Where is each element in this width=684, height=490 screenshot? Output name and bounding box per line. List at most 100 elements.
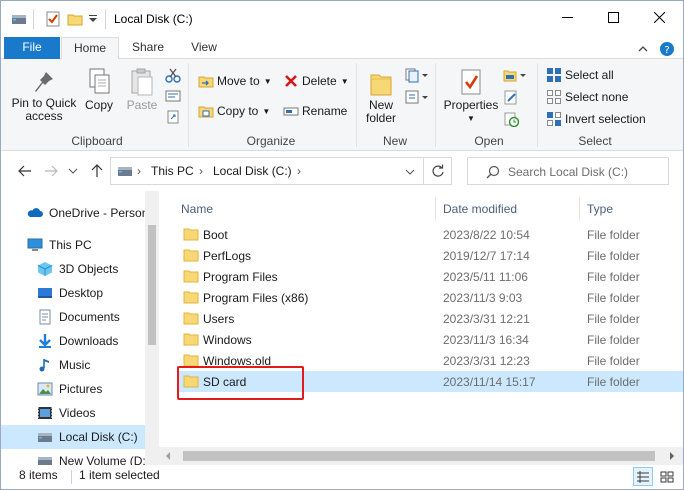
copy-label: Copy — [84, 98, 113, 112]
folder-icon — [183, 228, 199, 241]
new-item-icon[interactable] — [405, 67, 429, 83]
column-header-type[interactable]: Type — [587, 197, 613, 221]
table-row[interactable]: Program Files 2023/5/11 11:06 File folde… — [177, 266, 683, 287]
search-input[interactable]: Search Local Disk (C:) — [508, 165, 628, 179]
table-row[interactable]: Boot 2023/8/22 10:54 File folder — [177, 224, 683, 245]
open-icon[interactable] — [503, 67, 527, 83]
cut-icon[interactable] — [165, 67, 181, 83]
table-row[interactable]: Windows 2023/11/3 16:34 File folder — [177, 329, 683, 350]
collapse-ribbon-icon[interactable] — [635, 41, 651, 57]
annotation-highlight-box — [177, 366, 304, 400]
nav-item-music[interactable]: Music — [1, 353, 145, 377]
horizontal-scroll-thumb[interactable] — [183, 451, 655, 461]
clipboard-group-label: Clipboard — [71, 134, 123, 148]
move-to-label: Move to — [217, 74, 260, 88]
nav-item-downloads[interactable]: Downloads — [1, 329, 145, 353]
document-icon — [39, 309, 51, 325]
tab-view[interactable]: View — [179, 37, 229, 59]
breadcrumb-separator[interactable]: › — [297, 164, 301, 178]
history-icon[interactable] — [503, 111, 519, 127]
large-icons-view-button[interactable] — [657, 467, 677, 486]
ribbon-separator — [537, 63, 538, 147]
chevron-down-icon[interactable] — [87, 11, 99, 27]
breadcrumb-separator[interactable]: › — [199, 164, 203, 178]
up-button[interactable] — [89, 163, 105, 179]
tab-home[interactable]: Home — [61, 37, 119, 60]
breadcrumb-separator[interactable]: › — [137, 164, 141, 178]
file-date: 2023/3/31 12:21 — [443, 312, 530, 326]
select-all-icon — [547, 68, 561, 82]
easy-access-icon[interactable] — [405, 89, 429, 105]
search-box[interactable]: Search Local Disk (C:) — [467, 157, 669, 185]
paste-button[interactable]: Paste — [123, 67, 161, 112]
back-button[interactable] — [17, 163, 33, 179]
column-divider[interactable] — [579, 197, 580, 221]
nav-item-onedrive[interactable]: OneDrive - Person — [1, 201, 148, 225]
help-icon[interactable]: ? — [659, 41, 675, 57]
desktop-icon — [38, 288, 52, 298]
cloud-icon — [27, 208, 43, 217]
nav-item-pictures[interactable]: Pictures — [1, 377, 145, 401]
edit-icon[interactable] — [503, 89, 519, 105]
file-date: 2023/5/11 11:06 — [443, 270, 528, 284]
select-all-button[interactable]: Select all — [546, 67, 614, 83]
folder-icon — [183, 354, 199, 367]
scroll-right-icon[interactable] — [669, 452, 675, 460]
recent-locations-button[interactable] — [67, 163, 79, 179]
forward-button[interactable] — [43, 163, 59, 179]
scroll-left-icon[interactable] — [165, 452, 171, 460]
nav-item-videos[interactable]: Videos — [1, 401, 145, 425]
status-selection: 1 item selected — [79, 468, 160, 482]
nav-pane-scroll-thumb[interactable] — [148, 225, 156, 345]
nav-item-3d-objects[interactable]: 3D Objects — [1, 257, 145, 281]
new-group-label: New — [382, 134, 407, 148]
details-view-button[interactable] — [633, 467, 653, 486]
table-row[interactable]: PerfLogs 2019/12/7 17:14 File folder — [177, 245, 683, 266]
properties-button[interactable]: Properties ▼ — [441, 67, 501, 125]
rename-button[interactable]: Rename — [283, 103, 347, 119]
close-button[interactable] — [636, 1, 682, 33]
back-arrow-icon — [18, 165, 31, 177]
minimize-button[interactable] — [544, 1, 590, 33]
copy-to-label: Copy to — [217, 104, 259, 118]
file-list-horizontal-scrollbar[interactable] — [159, 447, 683, 465]
invert-selection-button[interactable]: Invert selection — [546, 111, 646, 127]
folder-icon — [183, 249, 199, 262]
table-row[interactable]: Program Files (x86) 2023/11/3 9:03 File … — [177, 287, 683, 308]
column-header-name[interactable]: Name — [181, 197, 213, 221]
nav-item-local-disk[interactable]: Local Disk (C:) — [1, 425, 145, 449]
nav-item-new-volume[interactable]: New Volume (D: — [1, 449, 146, 465]
properties-checkmark-icon[interactable] — [45, 11, 61, 27]
delete-button[interactable]: Delete ▼ — [283, 73, 349, 89]
breadcrumb-local-disk[interactable]: Local Disk (C:) — [213, 164, 292, 178]
large-icons-view-icon — [660, 471, 674, 482]
copy-button[interactable]: Copy — [81, 67, 117, 112]
ribbon-separator — [435, 63, 436, 147]
address-history-chevron-icon[interactable] — [405, 168, 415, 176]
paste-label: Paste — [126, 98, 158, 112]
pin-to-quick-access-button[interactable]: Pin to Quick access — [9, 69, 79, 123]
minimize-icon — [561, 16, 573, 18]
copy-to-button[interactable]: Copy to ▼ — [198, 103, 270, 119]
address-bar[interactable]: › This PC › Local Disk (C:) › — [110, 157, 424, 185]
table-row[interactable]: Users 2023/3/31 12:21 File folder — [177, 308, 683, 329]
select-none-button[interactable]: Select none — [546, 89, 628, 105]
new-folder-button[interactable]: New folder — [361, 67, 401, 125]
drive-icon[interactable] — [11, 11, 27, 27]
breadcrumb-this-pc[interactable]: This PC — [151, 164, 194, 178]
new-folder-icon[interactable] — [67, 11, 83, 27]
ribbon-home: Pin to Quick access Copy Paste Clipboard… — [1, 59, 683, 151]
copy-path-icon[interactable] — [165, 89, 181, 103]
nav-item-desktop[interactable]: Desktop — [1, 281, 145, 305]
move-to-button[interactable]: Move to ▼ — [198, 73, 272, 89]
refresh-button[interactable] — [424, 157, 452, 185]
column-divider[interactable] — [435, 197, 436, 221]
nav-pane-scrollbar[interactable] — [145, 191, 159, 465]
nav-item-this-pc[interactable]: This PC — [1, 233, 145, 257]
nav-item-documents[interactable]: Documents — [1, 305, 145, 329]
tab-share[interactable]: Share — [123, 37, 173, 59]
tab-file[interactable]: File — [4, 37, 60, 59]
column-header-date-modified[interactable]: Date modified — [443, 197, 517, 221]
maximize-button[interactable] — [590, 1, 636, 33]
paste-shortcut-icon[interactable] — [165, 109, 181, 125]
